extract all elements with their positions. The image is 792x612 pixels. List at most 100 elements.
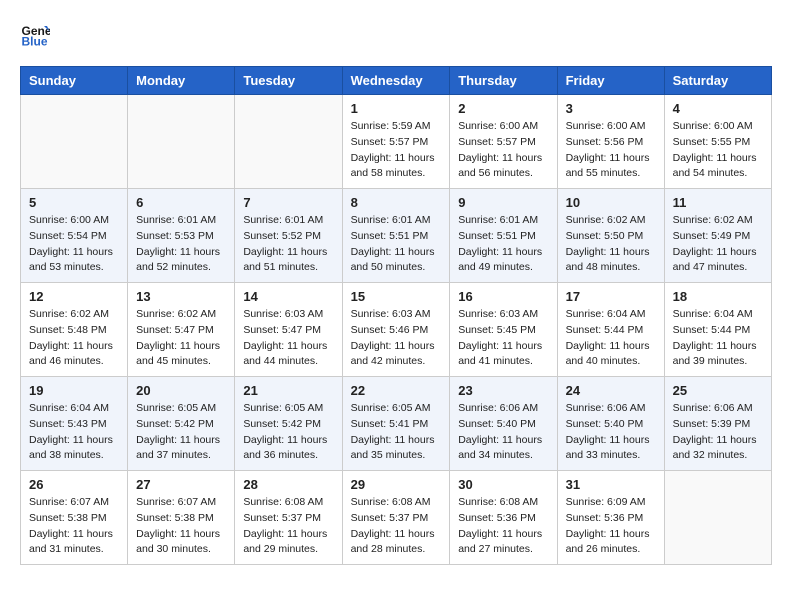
page-header: General Blue bbox=[20, 20, 772, 50]
weekday-header: Friday bbox=[557, 67, 664, 95]
cell-info: Sunrise: 6:01 AM Sunset: 5:51 PM Dayligh… bbox=[458, 213, 548, 276]
calendar-cell: 15Sunrise: 6:03 AM Sunset: 5:46 PM Dayli… bbox=[342, 283, 450, 377]
cell-info: Sunrise: 6:00 AM Sunset: 5:54 PM Dayligh… bbox=[29, 213, 119, 276]
calendar-week-row: 5 Sunrise: 6:00 AM Sunset: 5:54 PM Daylig… bbox=[21, 189, 772, 283]
calendar-header-row: SundayMondayTuesdayWednesdayThursdayFrid… bbox=[21, 67, 772, 95]
calendar-cell: 26 Sunrise: 6:07 AM Sunset: 5:38 PM Dayli… bbox=[21, 471, 128, 565]
weekday-header: Wednesday bbox=[342, 67, 450, 95]
calendar-week-row: 26 Sunrise: 6:07 AM Sunset: 5:38 PM Dayli… bbox=[21, 471, 772, 565]
cell-info: Sunrise: 6:03 AM Sunset: 5:47 PM Dayligh… bbox=[243, 307, 333, 370]
day-number: 18 bbox=[673, 289, 763, 304]
cell-info: Sunrise: 6:06 AM Sunset: 5:39 PM Dayligh… bbox=[673, 401, 763, 464]
calendar-cell: 14 Sunrise: 6:03 AM Sunset: 5:47 PM Dayli… bbox=[235, 283, 342, 377]
cell-info: Sunrise: 6:06 AM Sunset: 5:40 PM Dayligh… bbox=[566, 401, 656, 464]
calendar-cell: 5 Sunrise: 6:00 AM Sunset: 5:54 PM Daylig… bbox=[21, 189, 128, 283]
svg-text:Blue: Blue bbox=[22, 35, 48, 49]
calendar-cell: 3 Sunrise: 6:00 AM Sunset: 5:56 PM Daylig… bbox=[557, 95, 664, 189]
day-number: 20 bbox=[136, 383, 226, 398]
day-number: 14 bbox=[243, 289, 333, 304]
cell-info: Sunrise: 6:07 AM Sunset: 5:38 PM Dayligh… bbox=[29, 495, 119, 558]
calendar-cell: 28 Sunrise: 6:08 AM Sunset: 5:37 PM Dayli… bbox=[235, 471, 342, 565]
calendar-week-row: 12 Sunrise: 6:02 AM Sunset: 5:48 PM Dayli… bbox=[21, 283, 772, 377]
calendar-cell: 9 Sunrise: 6:01 AM Sunset: 5:51 PM Daylig… bbox=[450, 189, 557, 283]
calendar-cell: 23 Sunrise: 6:06 AM Sunset: 5:40 PM Dayli… bbox=[450, 377, 557, 471]
day-number: 31 bbox=[566, 477, 656, 492]
calendar-cell: 12 Sunrise: 6:02 AM Sunset: 5:48 PM Dayli… bbox=[21, 283, 128, 377]
day-number: 22 bbox=[351, 383, 442, 398]
day-number: 10 bbox=[566, 195, 656, 210]
calendar-cell: 2 Sunrise: 6:00 AM Sunset: 5:57 PM Daylig… bbox=[450, 95, 557, 189]
cell-info: Sunrise: 6:04 AM Sunset: 5:44 PM Dayligh… bbox=[566, 307, 656, 370]
weekday-header: Thursday bbox=[450, 67, 557, 95]
day-number: 13 bbox=[136, 289, 226, 304]
cell-info: Sunrise: 6:02 AM Sunset: 5:49 PM Dayligh… bbox=[673, 213, 763, 276]
day-number: 28 bbox=[243, 477, 333, 492]
cell-info: Sunrise: 6:08 AM Sunset: 5:36 PM Dayligh… bbox=[458, 495, 548, 558]
calendar-cell: 27 Sunrise: 6:07 AM Sunset: 5:38 PM Dayli… bbox=[128, 471, 235, 565]
cell-info: Sunrise: 5:59 AM Sunset: 5:57 PM Dayligh… bbox=[351, 119, 442, 182]
calendar-cell: 13 Sunrise: 6:02 AM Sunset: 5:47 PM Dayli… bbox=[128, 283, 235, 377]
cell-info: Sunrise: 6:09 AM Sunset: 5:36 PM Dayligh… bbox=[566, 495, 656, 558]
calendar-week-row: 1 Sunrise: 5:59 AM Sunset: 5:57 PM Daylig… bbox=[21, 95, 772, 189]
weekday-header: Sunday bbox=[21, 67, 128, 95]
weekday-header: Monday bbox=[128, 67, 235, 95]
weekday-header: Saturday bbox=[664, 67, 771, 95]
calendar-cell: 21Sunrise: 6:05 AM Sunset: 5:42 PM Dayli… bbox=[235, 377, 342, 471]
cell-info: Sunrise: 6:03 AM Sunset: 5:46 PM Dayligh… bbox=[351, 307, 442, 370]
calendar-cell: 17 Sunrise: 6:04 AM Sunset: 5:44 PM Dayli… bbox=[557, 283, 664, 377]
calendar-cell bbox=[235, 95, 342, 189]
calendar-cell: 29 Sunrise: 6:08 AM Sunset: 5:37 PM Dayli… bbox=[342, 471, 450, 565]
day-number: 7 bbox=[243, 195, 333, 210]
calendar-week-row: 19Sunrise: 6:04 AM Sunset: 5:43 PM Dayli… bbox=[21, 377, 772, 471]
cell-info: Sunrise: 6:04 AM Sunset: 5:44 PM Dayligh… bbox=[673, 307, 763, 370]
day-number: 21 bbox=[243, 383, 333, 398]
calendar-cell: 22Sunrise: 6:05 AM Sunset: 5:41 PM Dayli… bbox=[342, 377, 450, 471]
logo: General Blue bbox=[20, 20, 54, 50]
day-number: 29 bbox=[351, 477, 442, 492]
calendar-cell: 16Sunrise: 6:03 AM Sunset: 5:45 PM Dayli… bbox=[450, 283, 557, 377]
cell-info: Sunrise: 6:03 AM Sunset: 5:45 PM Dayligh… bbox=[458, 307, 548, 370]
day-number: 23 bbox=[458, 383, 548, 398]
calendar-cell: 18 Sunrise: 6:04 AM Sunset: 5:44 PM Dayli… bbox=[664, 283, 771, 377]
cell-info: Sunrise: 6:08 AM Sunset: 5:37 PM Dayligh… bbox=[243, 495, 333, 558]
calendar-cell: 8Sunrise: 6:01 AM Sunset: 5:51 PM Daylig… bbox=[342, 189, 450, 283]
day-number: 5 bbox=[29, 195, 119, 210]
calendar-cell: 19Sunrise: 6:04 AM Sunset: 5:43 PM Dayli… bbox=[21, 377, 128, 471]
day-number: 27 bbox=[136, 477, 226, 492]
cell-info: Sunrise: 6:00 AM Sunset: 5:57 PM Dayligh… bbox=[458, 119, 548, 182]
logo-icon: General Blue bbox=[20, 20, 50, 50]
day-number: 11 bbox=[673, 195, 763, 210]
calendar-cell: 31 Sunrise: 6:09 AM Sunset: 5:36 PM Dayli… bbox=[557, 471, 664, 565]
day-number: 2 bbox=[458, 101, 548, 116]
day-number: 17 bbox=[566, 289, 656, 304]
cell-info: Sunrise: 6:00 AM Sunset: 5:55 PM Dayligh… bbox=[673, 119, 763, 182]
weekday-header: Tuesday bbox=[235, 67, 342, 95]
calendar-cell: 4 Sunrise: 6:00 AM Sunset: 5:55 PM Daylig… bbox=[664, 95, 771, 189]
day-number: 1 bbox=[351, 101, 442, 116]
day-number: 4 bbox=[673, 101, 763, 116]
cell-info: Sunrise: 6:00 AM Sunset: 5:56 PM Dayligh… bbox=[566, 119, 656, 182]
calendar-cell: 11 Sunrise: 6:02 AM Sunset: 5:49 PM Dayli… bbox=[664, 189, 771, 283]
cell-info: Sunrise: 6:05 AM Sunset: 5:42 PM Dayligh… bbox=[136, 401, 226, 464]
cell-info: Sunrise: 6:02 AM Sunset: 5:50 PM Dayligh… bbox=[566, 213, 656, 276]
calendar-cell: 24 Sunrise: 6:06 AM Sunset: 5:40 PM Dayli… bbox=[557, 377, 664, 471]
day-number: 24 bbox=[566, 383, 656, 398]
day-number: 6 bbox=[136, 195, 226, 210]
calendar-cell: 7Sunrise: 6:01 AM Sunset: 5:52 PM Daylig… bbox=[235, 189, 342, 283]
calendar-cell: 20 Sunrise: 6:05 AM Sunset: 5:42 PM Dayli… bbox=[128, 377, 235, 471]
cell-info: Sunrise: 6:07 AM Sunset: 5:38 PM Dayligh… bbox=[136, 495, 226, 558]
day-number: 25 bbox=[673, 383, 763, 398]
day-number: 9 bbox=[458, 195, 548, 210]
cell-info: Sunrise: 6:02 AM Sunset: 5:48 PM Dayligh… bbox=[29, 307, 119, 370]
calendar-table: SundayMondayTuesdayWednesdayThursdayFrid… bbox=[20, 66, 772, 565]
calendar-cell: 1 Sunrise: 5:59 AM Sunset: 5:57 PM Daylig… bbox=[342, 95, 450, 189]
cell-info: Sunrise: 6:06 AM Sunset: 5:40 PM Dayligh… bbox=[458, 401, 548, 464]
cell-info: Sunrise: 6:08 AM Sunset: 5:37 PM Dayligh… bbox=[351, 495, 442, 558]
calendar-cell: 30Sunrise: 6:08 AM Sunset: 5:36 PM Dayli… bbox=[450, 471, 557, 565]
calendar-cell: 25 Sunrise: 6:06 AM Sunset: 5:39 PM Dayli… bbox=[664, 377, 771, 471]
day-number: 12 bbox=[29, 289, 119, 304]
cell-info: Sunrise: 6:02 AM Sunset: 5:47 PM Dayligh… bbox=[136, 307, 226, 370]
day-number: 3 bbox=[566, 101, 656, 116]
calendar-cell bbox=[21, 95, 128, 189]
day-number: 26 bbox=[29, 477, 119, 492]
